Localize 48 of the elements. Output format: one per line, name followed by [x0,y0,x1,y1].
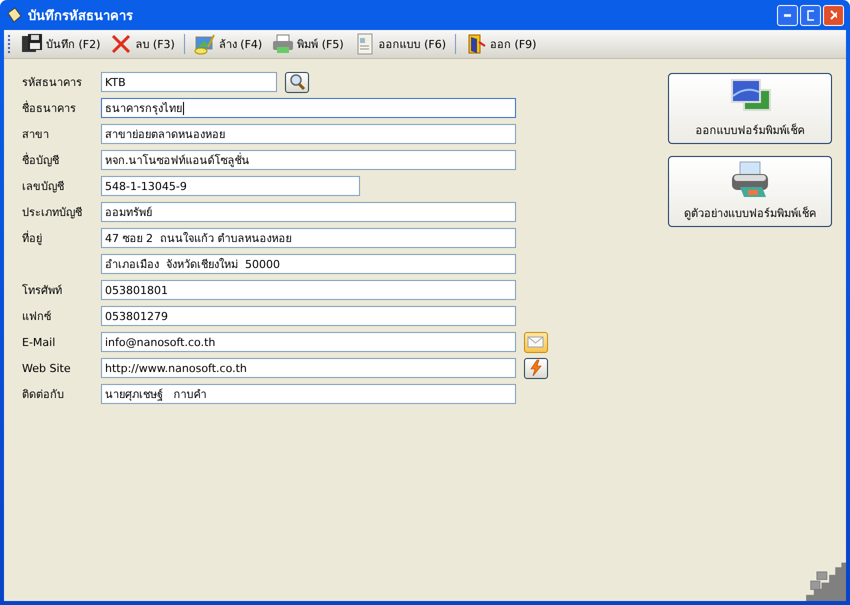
field-label: ชื่อบัญชี [22,152,60,169]
field-label: แฟกซ์ [22,309,52,325]
toolbar-button[interactable]: บันทึก (F2) [17,32,104,56]
floppy-disk-icon [21,33,43,55]
toolbar-button[interactable]: ล้าง (F4) [190,32,266,56]
field-label: โทรศัพท์ [22,283,63,299]
input-field[interactable]: ธนาคารกรุงไทย [101,98,516,118]
input-field[interactable]: info@nanosoft.co.th [101,332,516,352]
field-label: ประเภทบัญชี [22,205,83,221]
field-label: รหัสธนาคาร [22,75,83,91]
minimize-button[interactable] [777,4,798,26]
toolbar-button[interactable]: ลบ (F3) [106,32,179,56]
close-icon [830,10,837,20]
input-field[interactable]: 053801279 [101,306,516,326]
input-field[interactable]: 053801801 [101,280,516,300]
input-field[interactable]: http://www.nanosoft.co.th [101,358,516,378]
field-label: Web Site [22,362,72,374]
window-title: บันทึกรหัสธนาคาร [28,8,134,26]
printer-icon [272,33,294,55]
input-field[interactable]: KTB [101,72,277,92]
minimize-icon [784,14,791,16]
email-button[interactable] [524,332,548,352]
maximize-button[interactable] [800,4,821,26]
input-field[interactable]: อำเภอเมือง จังหวัดเชียงใหม่ 50000 [101,254,516,274]
field-label: ชื่อธนาคาร [22,100,77,117]
form-button[interactable]: ดูตัวอย่างแบบฟอร์มพิมพ์เช็ค [668,156,832,227]
field-label: เลขบัญชี [22,179,65,195]
toolbar-button[interactable]: พิมพ์ (F5) [268,32,348,56]
input-field[interactable]: 548-1-13045-9 [101,176,360,196]
search-button[interactable] [285,72,309,92]
field-label: ที่อยู่ [22,230,43,247]
field-label: ติดต่อกับ [22,387,65,403]
close-button[interactable] [823,4,844,26]
app-icon [6,7,22,23]
input-field[interactable]: หจก.นาโนซอฟท์แอนด์โซลูชั่น [101,150,516,170]
field-label: สาขา [22,127,50,143]
input-field[interactable]: สาขาย่อยตลาดหนองหอย [101,124,516,144]
field-label: E-Mail [22,336,56,348]
input-field[interactable]: ออมทรัพย์ [101,202,516,222]
cross-icon [110,33,132,55]
toolbar-button[interactable]: ออกแบบ (F6) [350,32,450,56]
maximize-icon [807,10,814,20]
input-field[interactable]: นายศุภเชษฐ์ กาบคำ [101,384,516,404]
input-field[interactable]: 47 ซอย 2 ถนนใจแก้ว ตำบลหนองหอย [101,228,516,248]
paint-icon [194,33,216,55]
form-button[interactable]: ออกแบบฟอร์มพิมพ์เช็ค [668,73,832,144]
toolbar-button[interactable]: ออก (F9) [461,32,540,56]
web-button[interactable] [524,358,548,378]
